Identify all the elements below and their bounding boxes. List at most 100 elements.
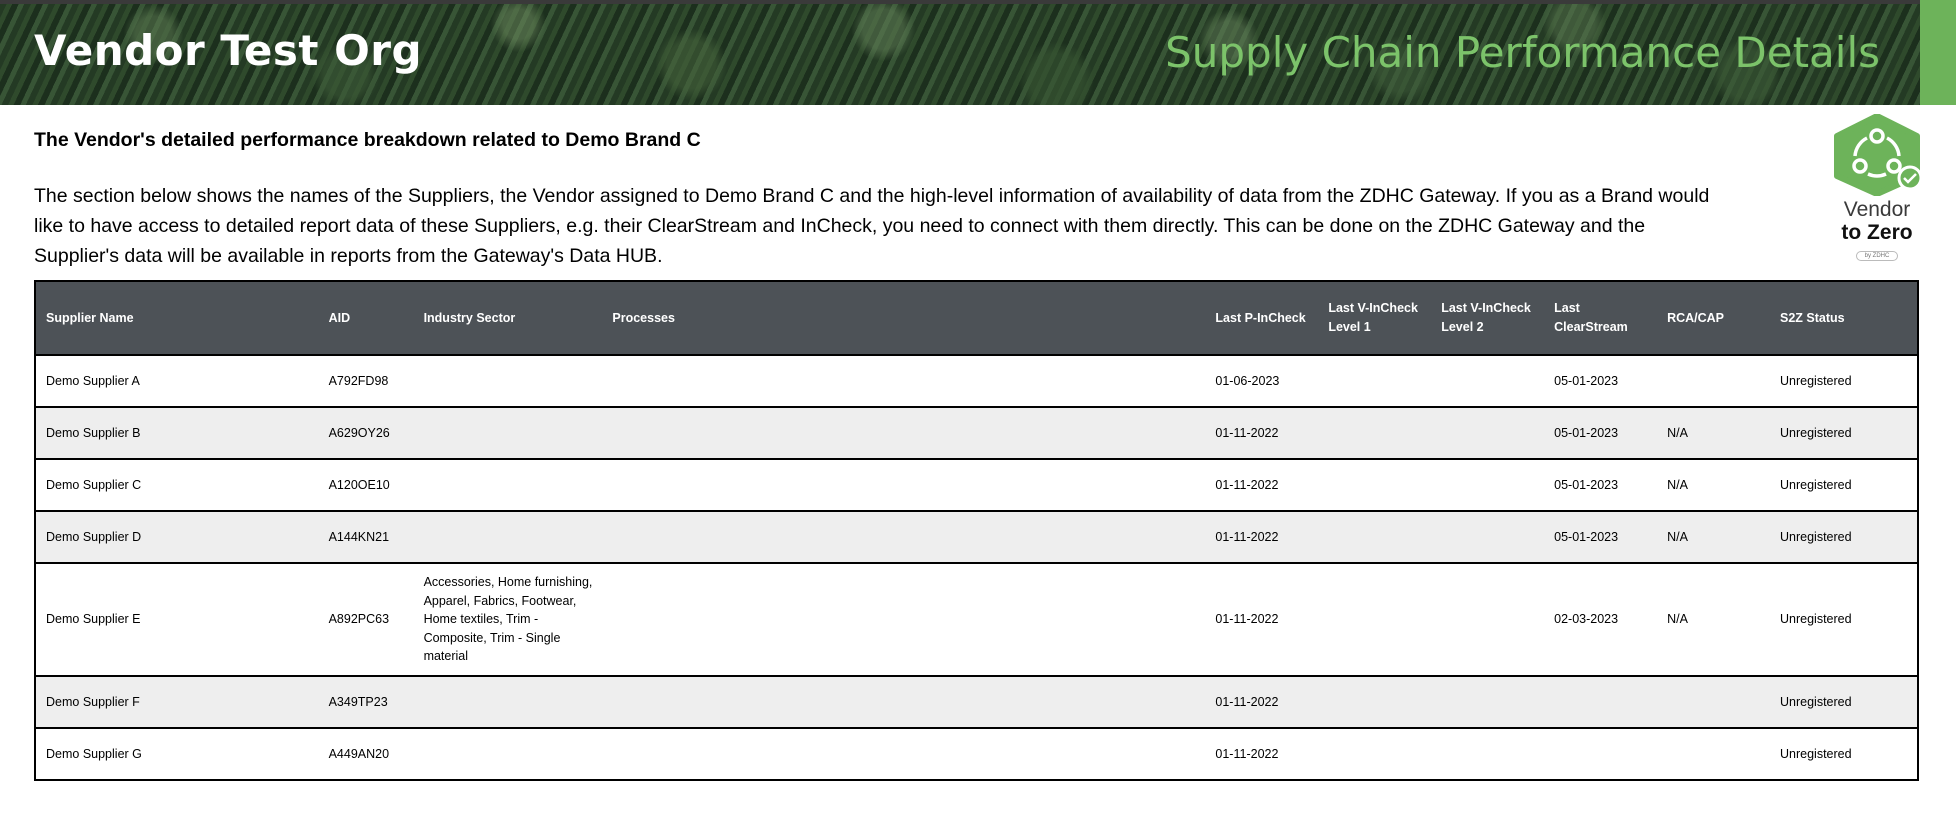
cell-supplier-name: Demo Supplier A bbox=[34, 354, 319, 408]
cell-s2z-status: Unregistered bbox=[1770, 510, 1919, 564]
cell-supplier-name: Demo Supplier E bbox=[34, 562, 319, 677]
cell-last-p-incheck: 01-06-2023 bbox=[1205, 354, 1319, 408]
section-description: The section below shows the names of the… bbox=[34, 185, 1710, 267]
cell-last-p-incheck: 01-11-2022 bbox=[1205, 406, 1319, 460]
cell-processes bbox=[602, 510, 1206, 564]
banner-accent-bar bbox=[1920, 0, 1956, 105]
cell-aid: A892PC63 bbox=[318, 562, 414, 677]
cell-processes bbox=[602, 727, 1206, 781]
cell-last-p-incheck: 01-11-2022 bbox=[1205, 510, 1319, 564]
cell-last-v-incheck-level-2 bbox=[1431, 675, 1545, 729]
cell-aid: A792FD98 bbox=[318, 354, 414, 408]
cell-processes bbox=[602, 406, 1206, 460]
cell-last-p-incheck: 01-11-2022 bbox=[1205, 458, 1319, 512]
cell-aid: A449AN20 bbox=[318, 727, 414, 781]
cell-industry-sector bbox=[413, 727, 603, 781]
cell-rca-cap: N/A bbox=[1657, 510, 1770, 564]
cell-processes bbox=[602, 675, 1206, 729]
cell-last-clearstream: 05-01-2023 bbox=[1544, 406, 1658, 460]
table-row: Demo Supplier B A629OY26 01-11-2022 05-0… bbox=[34, 406, 1919, 460]
header-banner: Vendor Test Org Supply Chain Performance… bbox=[0, 0, 1920, 105]
cell-industry-sector: Accessories, Home furnishing, Apparel, F… bbox=[413, 562, 603, 677]
cell-aid: A349TP23 bbox=[318, 675, 414, 729]
cell-aid: A120OE10 bbox=[318, 458, 414, 512]
cell-industry-sector bbox=[413, 458, 603, 512]
cell-processes bbox=[602, 562, 1206, 677]
cell-aid: A144KN21 bbox=[318, 510, 414, 564]
cell-last-v-incheck-level-1 bbox=[1318, 458, 1432, 512]
cell-processes bbox=[602, 458, 1206, 512]
table-row: Demo Supplier E A892PC63 Accessories, Ho… bbox=[34, 562, 1919, 677]
column-header-aid: AID bbox=[318, 280, 414, 356]
cell-industry-sector bbox=[413, 675, 603, 729]
cell-last-p-incheck: 01-11-2022 bbox=[1205, 727, 1319, 781]
logo-text-to-zero: to Zero bbox=[1841, 221, 1913, 244]
cell-supplier-name: Demo Supplier B bbox=[34, 406, 319, 460]
column-header-processes: Processes bbox=[602, 280, 1206, 356]
cell-last-clearstream: 05-01-2023 bbox=[1544, 510, 1658, 564]
cell-last-v-incheck-level-1 bbox=[1318, 354, 1432, 408]
cell-last-v-incheck-level-1 bbox=[1318, 727, 1432, 781]
cell-last-v-incheck-level-1 bbox=[1318, 406, 1432, 460]
cell-aid: A629OY26 bbox=[318, 406, 414, 460]
cell-s2z-status: Unregistered bbox=[1770, 354, 1919, 408]
table-row: Demo Supplier A A792FD98 01-06-2023 05-0… bbox=[34, 354, 1919, 408]
cell-last-v-incheck-level-1 bbox=[1318, 562, 1432, 677]
table-header-row: Supplier Name AID Industry Sector Proces… bbox=[34, 280, 1919, 356]
cell-rca-cap bbox=[1657, 727, 1770, 781]
cell-last-clearstream bbox=[1544, 675, 1658, 729]
cell-last-p-incheck: 01-11-2022 bbox=[1205, 675, 1319, 729]
page-title: Supply Chain Performance Details bbox=[1165, 28, 1880, 77]
cell-s2z-status: Unregistered bbox=[1770, 675, 1919, 729]
cell-s2z-status: Unregistered bbox=[1770, 458, 1919, 512]
cell-last-v-incheck-level-1 bbox=[1318, 510, 1432, 564]
cell-last-v-incheck-level-2 bbox=[1431, 727, 1545, 781]
table-row: Demo Supplier C A120OE10 01-11-2022 05-0… bbox=[34, 458, 1919, 512]
column-header-rca-cap: RCA/CAP bbox=[1657, 280, 1770, 356]
cell-rca-cap: N/A bbox=[1657, 562, 1770, 677]
cell-rca-cap bbox=[1657, 675, 1770, 729]
cell-processes bbox=[602, 354, 1206, 408]
cell-last-v-incheck-level-2 bbox=[1431, 458, 1545, 512]
cell-last-p-incheck: 01-11-2022 bbox=[1205, 562, 1319, 677]
column-header-supplier-name: Supplier Name bbox=[34, 280, 319, 356]
column-header-industry-sector: Industry Sector bbox=[413, 280, 603, 356]
column-header-last-p-incheck: Last P-InCheck bbox=[1205, 280, 1319, 356]
logo-badge: by ZDHC bbox=[1855, 251, 1899, 261]
cell-industry-sector bbox=[413, 510, 603, 564]
cell-supplier-name: Demo Supplier F bbox=[34, 675, 319, 729]
org-name: Vendor Test Org bbox=[34, 26, 423, 75]
cell-s2z-status: Unregistered bbox=[1770, 727, 1919, 781]
cell-rca-cap: N/A bbox=[1657, 458, 1770, 512]
cell-last-v-incheck-level-2 bbox=[1431, 406, 1545, 460]
cell-last-clearstream: 02-03-2023 bbox=[1544, 562, 1658, 677]
supplier-performance-table: Supplier Name AID Industry Sector Proces… bbox=[34, 280, 1919, 781]
cell-last-clearstream: 05-01-2023 bbox=[1544, 458, 1658, 512]
cell-supplier-name: Demo Supplier C bbox=[34, 458, 319, 512]
cell-rca-cap: N/A bbox=[1657, 406, 1770, 460]
table-row: Demo Supplier D A144KN21 01-11-2022 05-0… bbox=[34, 510, 1919, 564]
cell-industry-sector bbox=[413, 354, 603, 408]
cell-industry-sector bbox=[413, 406, 603, 460]
section-heading: The Vendor's detailed performance breakd… bbox=[34, 129, 701, 151]
column-header-last-v-incheck-level-2: Last V-InCheck Level 2 bbox=[1431, 280, 1545, 356]
table-row: Demo Supplier F A349TP23 01-11-2022 Unre… bbox=[34, 675, 1919, 729]
logo-text-vendor: Vendor bbox=[1843, 198, 1911, 221]
cell-supplier-name: Demo Supplier D bbox=[34, 510, 319, 564]
cell-last-clearstream: 05-01-2023 bbox=[1544, 354, 1658, 408]
cell-supplier-name: Demo Supplier G bbox=[34, 727, 319, 781]
cell-last-clearstream bbox=[1544, 727, 1658, 781]
cell-rca-cap bbox=[1657, 354, 1770, 408]
cell-last-v-incheck-level-2 bbox=[1431, 510, 1545, 564]
cell-s2z-status: Unregistered bbox=[1770, 562, 1919, 677]
cell-last-v-incheck-level-1 bbox=[1318, 675, 1432, 729]
column-header-last-clearstream: Last ClearStream bbox=[1544, 280, 1658, 356]
cell-s2z-status: Unregistered bbox=[1770, 406, 1919, 460]
column-header-last-v-incheck-level-1: Last V-InCheck Level 1 bbox=[1318, 280, 1432, 356]
column-header-s2z-status: S2Z Status bbox=[1770, 280, 1919, 356]
cell-last-v-incheck-level-2 bbox=[1431, 354, 1545, 408]
cell-last-v-incheck-level-2 bbox=[1431, 562, 1545, 677]
table-row: Demo Supplier G A449AN20 01-11-2022 Unre… bbox=[34, 727, 1919, 781]
hexagon-cycle-icon bbox=[1834, 114, 1923, 196]
vendor-to-zero-logo: Vendor to Zero by ZDHC bbox=[1822, 114, 1932, 274]
